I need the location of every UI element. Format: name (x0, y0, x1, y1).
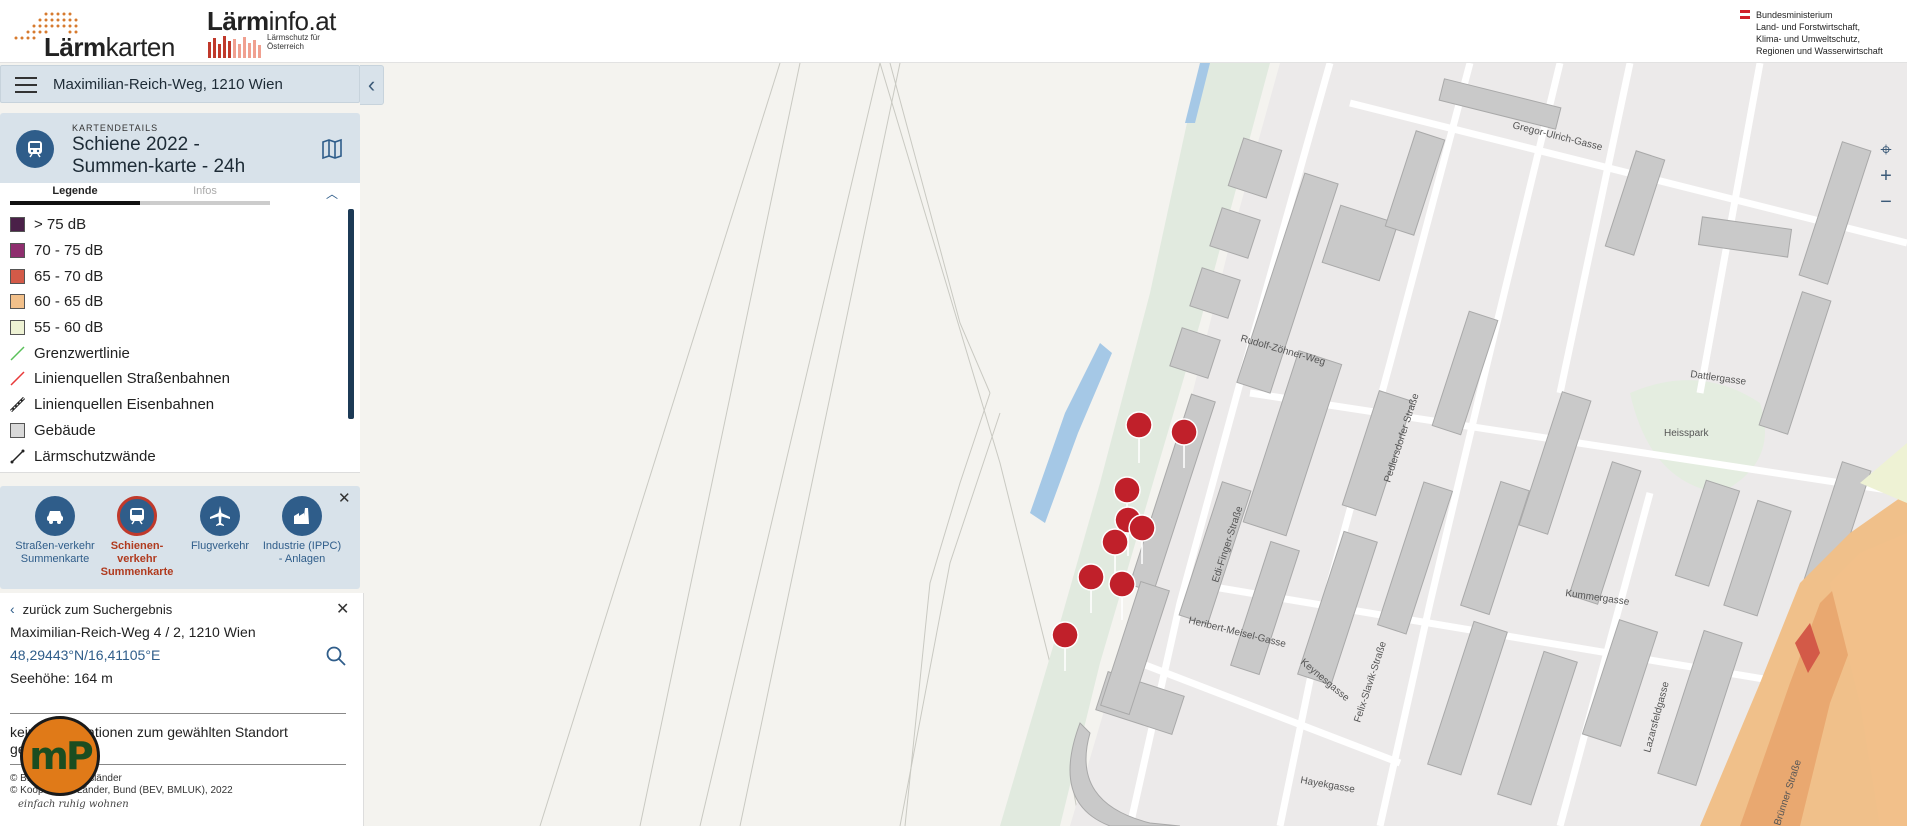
side-panel: Maximilian-Reich-Weg, 1210 Wien ‹ KARTEN… (0, 63, 384, 826)
legend-label: Lärmschutzwände (34, 447, 156, 465)
laerminfo-logo[interactable]: Lärminfo.at Lärmschutz für Österreich (205, 6, 355, 58)
legend-label: 55 - 60 dB (34, 319, 104, 337)
legend-panel: Legende Infos ︿ > 75 dB 70 - 75 dB 65 - 70… (0, 183, 360, 473)
result-address: Maximilian-Reich-Weg 4 / 2, 1210 Wien (10, 624, 256, 640)
chevron-up-icon[interactable]: ︿ (326, 185, 338, 202)
back-to-results-link[interactable]: ‹ zurück zum Suchergebnis (10, 601, 172, 617)
legend-list: > 75 dB 70 - 75 dB 65 - 70 dB 60 - 65 dB 55 … (10, 212, 340, 472)
category-label: Straßen-verkehr Summenkarte (15, 540, 95, 565)
legend-item: Gebäude (10, 418, 340, 444)
category-train[interactable]: Schienen-verkehr Summenkarte (97, 496, 177, 579)
legend-swatch (10, 217, 25, 233)
legend-swatch (10, 422, 25, 438)
train-icon (117, 496, 157, 536)
legend-label: Gebäude (34, 421, 96, 439)
legend-item: Grenzwertlinie (10, 340, 340, 366)
map-details-card: KARTENDETAILS Schiene 2022 - Summen-kart… (0, 113, 360, 183)
ministry-logo[interactable]: Bundesministerium Land- und Forstwirtsch… (1736, 7, 1906, 57)
mp-tagline: einfach ruhig wohnen (18, 799, 129, 810)
legend-label: 70 - 75 dB (34, 242, 104, 260)
legend-swatch (10, 320, 25, 336)
collapse-panel-button[interactable]: ‹ (360, 65, 384, 105)
result-elevation: Seehöhe: 164 m (10, 670, 113, 686)
category-car[interactable]: Straßen-verkehr Summenkarte (15, 496, 95, 566)
legend-label: 65 - 70 dB (34, 267, 104, 285)
svg-text:Heisspark: Heisspark (1664, 428, 1709, 439)
legend-scrollbar[interactable] (348, 209, 354, 419)
mp-logo-badge[interactable]: mP (20, 716, 100, 796)
card-section-label: KARTENDETAILS (72, 123, 159, 133)
tab-indicator (10, 201, 270, 205)
legend-item: 60 - 65 dB (10, 289, 340, 315)
category-switcher: ✕ Straßen-verkehr Summenkarte Schienen-ve… (0, 486, 360, 589)
legend-swatch (10, 243, 25, 259)
legend-item: Lärmschutzwände (10, 443, 340, 469)
legend-item: Linienquellen Straßenbahnen (10, 366, 340, 392)
legend-line-icon (10, 371, 25, 386)
zoom-in-button[interactable]: + (1873, 163, 1899, 189)
category-label: Schienen-verkehr Summenkarte (100, 540, 174, 578)
legend-item: Linienquellen Eisenbahnen (10, 392, 340, 418)
legend-item: 65 - 70 dB (10, 263, 340, 289)
category-label: Industrie (IPPC) - Anlagen (262, 540, 342, 565)
train-icon (16, 130, 54, 168)
austria-flag-icon (1740, 10, 1750, 19)
laerminfo-tagline: Lärmschutz für Österreich (267, 33, 320, 51)
close-icon[interactable]: ✕ (336, 599, 349, 619)
laerminfo-bars-icon (208, 36, 261, 58)
divider (10, 713, 346, 714)
search-input[interactable]: Maximilian-Reich-Weg, 1210 Wien (53, 76, 283, 93)
map-icon[interactable] (320, 137, 344, 161)
legend-line-icon (10, 346, 25, 361)
legend-swatch (10, 294, 25, 310)
legend-item: 55 - 60 dB (10, 315, 340, 341)
zoom-out-button[interactable]: − (1873, 189, 1899, 215)
search-icon[interactable] (324, 644, 348, 668)
result-coordinates[interactable]: 48,29443°N/16,41105°E (10, 647, 160, 663)
legend-line-icon (10, 449, 25, 464)
card-title: Schiene 2022 - Summen-karte - 24h (72, 134, 246, 177)
factory-icon (282, 496, 322, 536)
chevron-left-icon: ‹ (367, 72, 376, 97)
menu-icon[interactable] (15, 77, 37, 93)
tab-legende[interactable]: Legende (10, 185, 140, 197)
plane-icon (200, 496, 240, 536)
legend-label: Grenzwertlinie (34, 344, 130, 362)
legend-item: 70 - 75 dB (10, 238, 340, 264)
tab-infos[interactable]: Infos (140, 185, 270, 197)
search-bar[interactable]: Maximilian-Reich-Weg, 1210 Wien (0, 65, 360, 103)
legend-item: > 75 dB (10, 212, 340, 238)
app-header: Lärmkarten Lärminfo.at Lärmschutz für Ös… (0, 0, 1907, 63)
legend-item: Kilometrierung (10, 469, 340, 472)
legend-line-icon (10, 397, 25, 413)
category-factory[interactable]: Industrie (IPPC) - Anlagen (262, 496, 342, 566)
legend-label: Linienquellen Eisenbahnen (34, 396, 215, 414)
legend-label: > 75 dB (34, 216, 87, 234)
legend-swatch (10, 268, 25, 284)
map-controls: ⌖ + − (1873, 137, 1899, 215)
locate-icon[interactable]: ⌖ (1873, 137, 1899, 163)
chevron-left-icon: ‹ (10, 601, 15, 617)
category-label: Flugverkehr (190, 540, 250, 552)
laermkarten-logo[interactable]: Lärmkarten (10, 8, 190, 62)
legend-label: Linienquellen Straßenbahnen (34, 370, 230, 388)
legend-label: 60 - 65 dB (34, 293, 104, 311)
category-plane[interactable]: Flugverkehr (180, 496, 260, 553)
car-icon (35, 496, 75, 536)
